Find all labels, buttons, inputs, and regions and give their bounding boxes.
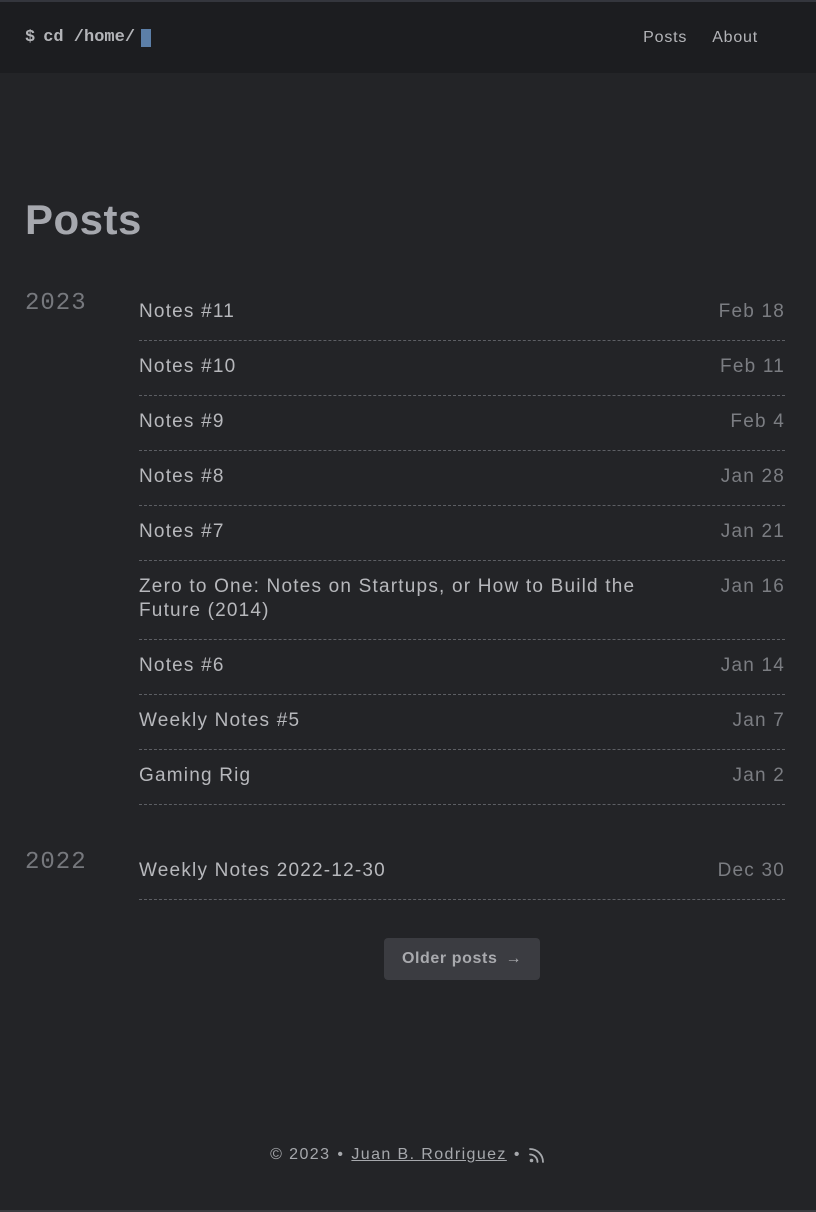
post-item: Notes #6 Jan 14 [139, 640, 785, 695]
author-link[interactable]: Juan B. Rodriguez [351, 1146, 506, 1164]
year-group-2023: 2023 Notes #11 Feb 18 Notes #10 Feb 11 N… [25, 286, 785, 805]
post-list: Notes #11 Feb 18 Notes #10 Feb 11 Notes … [139, 286, 785, 805]
post-item: Gaming Rig Jan 2 [139, 750, 785, 805]
post-date: Jan 28 [720, 466, 785, 487]
post-date: Jan 14 [720, 655, 785, 676]
site-footer: © 2023 • Juan B. Rodriguez • [0, 1146, 816, 1164]
post-date: Jan 7 [732, 710, 785, 731]
older-posts-button[interactable]: Older posts → [383, 938, 541, 980]
post-title-link[interactable]: Weekly Notes #5 [139, 709, 300, 733]
main-nav: Posts About [643, 29, 758, 47]
post-item: Notes #10 Feb 11 [139, 341, 785, 396]
post-title-link[interactable]: Notes #6 [139, 654, 225, 678]
post-date: Dec 30 [717, 860, 785, 881]
post-title-link[interactable]: Gaming Rig [139, 764, 251, 788]
post-date: Jan 21 [720, 521, 785, 542]
post-item: Notes #9 Feb 4 [139, 396, 785, 451]
page-title: Posts [25, 196, 142, 243]
year-group-2022: 2022 Weekly Notes 2022-12-30 Dec 30 [25, 845, 785, 900]
post-title-link[interactable]: Zero to One: Notes on Startups, or How t… [139, 575, 694, 623]
logo-prompt: $ [25, 28, 36, 47]
rss-icon[interactable] [528, 1146, 546, 1164]
post-item: Notes #7 Jan 21 [139, 506, 785, 561]
post-item: Weekly Notes #5 Jan 7 [139, 695, 785, 750]
pagination: Older posts → [25, 938, 785, 980]
footer-separator: • [513, 1146, 521, 1163]
post-title-link[interactable]: Notes #8 [139, 465, 225, 489]
nav-about-link[interactable]: About [712, 29, 758, 47]
year-label: 2022 [25, 849, 87, 876]
post-date: Jan 2 [732, 765, 785, 786]
post-title-link[interactable]: Notes #10 [139, 355, 236, 379]
site-header: $ cd /home/ Posts About [0, 2, 816, 73]
post-date: Jan 16 [720, 576, 785, 597]
year-label: 2023 [25, 290, 87, 317]
copyright-text: © 2023 [270, 1146, 331, 1163]
post-list: Weekly Notes 2022-12-30 Dec 30 [139, 845, 785, 900]
terminal-cursor [141, 28, 152, 47]
logo-text: cd /home/ [43, 28, 136, 47]
post-item: Notes #8 Jan 28 [139, 451, 785, 506]
footer-separator: • [337, 1146, 345, 1163]
post-item: Weekly Notes 2022-12-30 Dec 30 [139, 845, 785, 900]
arrow-right-icon: → [505, 950, 523, 967]
post-title-link[interactable]: Notes #9 [139, 410, 225, 434]
post-item: Notes #11 Feb 18 [139, 286, 785, 341]
post-title-link[interactable]: Weekly Notes 2022-12-30 [139, 859, 386, 883]
post-title-link[interactable]: Notes #7 [139, 520, 225, 544]
post-date: Feb 11 [720, 356, 785, 377]
main-content: Posts 2023 Notes #11 Feb 18 Notes #10 Fe… [0, 194, 816, 980]
older-posts-label: Older posts [401, 950, 498, 967]
post-title-link[interactable]: Notes #11 [139, 300, 235, 324]
post-date: Feb 18 [718, 301, 785, 322]
post-date: Feb 4 [730, 411, 785, 432]
site-logo-link[interactable]: $ cd /home/ [25, 28, 152, 47]
post-item: Zero to One: Notes on Startups, or How t… [139, 561, 785, 640]
nav-posts-link[interactable]: Posts [643, 29, 687, 47]
